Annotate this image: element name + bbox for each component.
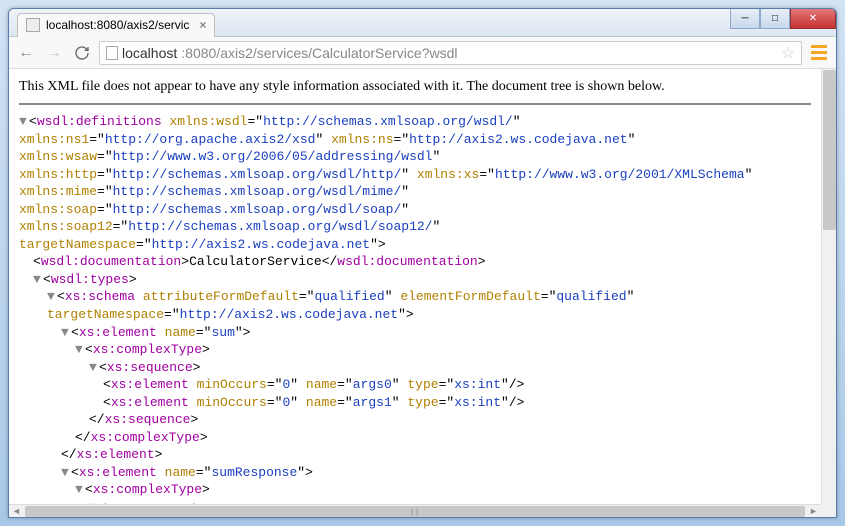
- window-buttons: ─ □ ✕: [730, 9, 836, 29]
- page: This XML file does not appear to have an…: [9, 69, 821, 504]
- xml-notice: This XML file does not appear to have an…: [19, 79, 811, 95]
- collapse-icon[interactable]: ▼: [61, 464, 71, 482]
- collapse-icon[interactable]: ▼: [75, 341, 85, 359]
- titlebar: localhost:8080/axis2/servic × ─ □ ✕: [9, 9, 836, 37]
- divider: [19, 103, 811, 105]
- vertical-scrollbar[interactable]: [821, 69, 836, 504]
- scroll-thumb[interactable]: [823, 70, 836, 230]
- xml-tree: ▼<wsdl:definitions xmlns:wsdl="http://sc…: [19, 113, 811, 504]
- menu-button[interactable]: [808, 41, 830, 64]
- close-button[interactable]: ✕: [790, 9, 836, 29]
- page-icon: [106, 46, 118, 60]
- tab-title: localhost:8080/axis2/servic: [46, 18, 189, 32]
- browser-window: localhost:8080/axis2/servic × ─ □ ✕ ← → …: [8, 8, 837, 518]
- collapse-icon[interactable]: ▼: [61, 324, 71, 342]
- reload-button[interactable]: [71, 42, 93, 64]
- tab-close-button[interactable]: ×: [199, 18, 206, 32]
- content-area: This XML file does not appear to have an…: [9, 69, 836, 517]
- toolbar: ← → localhost:8080/axis2/services/Calcul…: [9, 37, 836, 69]
- maximize-button[interactable]: □: [760, 9, 790, 29]
- url-bar[interactable]: localhost:8080/axis2/services/Calculator…: [99, 41, 802, 65]
- browser-tab[interactable]: localhost:8080/axis2/servic ×: [17, 13, 215, 37]
- collapse-icon[interactable]: ▼: [33, 271, 43, 289]
- scroll-right-arrow[interactable]: ►: [806, 505, 821, 517]
- back-button[interactable]: ←: [15, 42, 37, 64]
- favicon-icon: [26, 18, 40, 32]
- collapse-icon[interactable]: ▼: [75, 481, 85, 499]
- bookmark-icon[interactable]: ☆: [781, 43, 795, 63]
- scroll-thumb[interactable]: ∥∥: [25, 506, 805, 517]
- forward-button[interactable]: →: [43, 42, 65, 64]
- url-path: :8080/axis2/services/CalculatorService?w…: [181, 45, 457, 61]
- horizontal-scrollbar[interactable]: ◄ ∥∥ ►: [9, 504, 821, 517]
- minimize-button[interactable]: ─: [730, 9, 760, 29]
- scroll-left-arrow[interactable]: ◄: [9, 505, 24, 517]
- url-host: localhost: [122, 45, 177, 61]
- collapse-icon[interactable]: ▼: [89, 359, 99, 377]
- collapse-icon[interactable]: ▼: [47, 288, 57, 306]
- scroll-corner: [821, 504, 836, 517]
- collapse-icon[interactable]: ▼: [19, 113, 29, 131]
